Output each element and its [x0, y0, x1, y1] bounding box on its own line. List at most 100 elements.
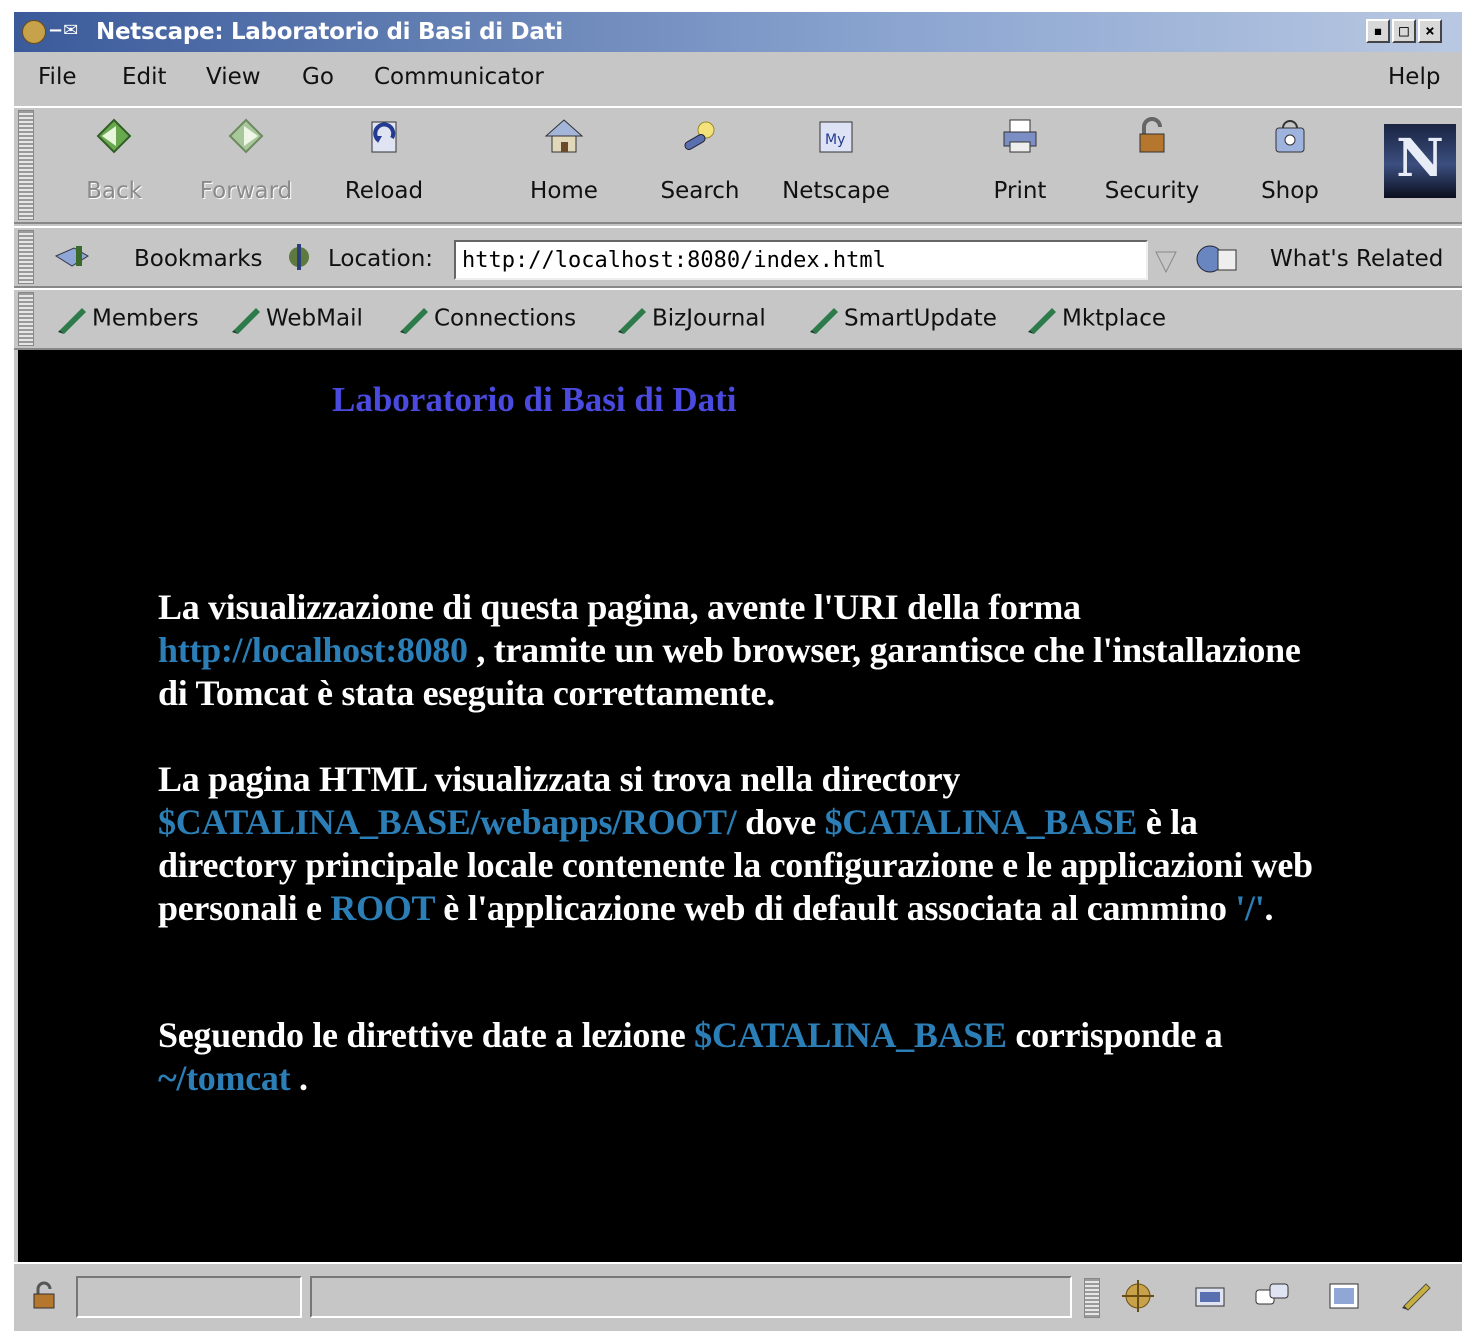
forward-arrow-icon: [226, 116, 266, 156]
reload-button[interactable]: Reload: [324, 116, 444, 204]
personal-item-bizjournal[interactable]: BizJournal: [616, 304, 766, 334]
paragraph-1: La visualizzazione di questa pagina, ave…: [158, 586, 1338, 715]
svg-text:My: My: [825, 132, 845, 148]
reload-icon: [364, 116, 404, 156]
menu-file[interactable]: File: [38, 64, 77, 90]
search-label: Search: [660, 178, 740, 204]
progress-field: [76, 1276, 302, 1318]
navigator-icon[interactable]: [1120, 1278, 1156, 1314]
back-button[interactable]: Back: [54, 116, 174, 204]
composer-icon[interactable]: [1326, 1278, 1362, 1314]
paragraph-text: La pagina HTML visualizzata si trova nel…: [158, 759, 961, 799]
bookmark-pen-icon: [58, 308, 86, 334]
home-button[interactable]: Home: [504, 116, 624, 204]
bookmark-pen-icon: [618, 308, 646, 334]
menu-communicator[interactable]: Communicator: [374, 64, 544, 90]
home-icon: [544, 116, 584, 156]
window-menu-icon[interactable]: [22, 20, 46, 44]
netscape-logo[interactable]: N: [1384, 124, 1456, 198]
personal-item-connections[interactable]: Connections: [398, 304, 576, 334]
maximize-button[interactable]: □: [1392, 19, 1416, 43]
location-toolbar: Bookmarks Location: http://localhost:808…: [14, 226, 1462, 288]
padlock-icon: [1132, 116, 1172, 156]
netscape-button[interactable]: My Netscape: [776, 116, 896, 204]
catalina-base-term: $CATALINA_BASE: [694, 1015, 1007, 1055]
url-dropdown-icon[interactable]: [1152, 246, 1180, 280]
personal-item-label: SmartUpdate: [844, 305, 997, 332]
title-bar[interactable]: −✉ Netscape: Laboratorio di Basi di Dati…: [14, 12, 1462, 52]
paragraph-text: è l'applicazione web di default associat…: [434, 888, 1236, 928]
menu-go[interactable]: Go: [302, 64, 334, 90]
tomcat-path-term: ~/tomcat: [158, 1058, 291, 1098]
home-label: Home: [530, 178, 598, 204]
toolbar-grip[interactable]: [18, 292, 34, 346]
webapps-root-path: $CATALINA_BASE/webapps/ROOT/: [158, 802, 737, 842]
back-arrow-icon: [94, 116, 134, 156]
menu-bar: File Edit View Go Communicator Help: [14, 54, 1462, 104]
forward-button[interactable]: Forward: [186, 116, 306, 204]
navigation-toolbar: Back Forward Reload Home Search My Netsc…: [14, 106, 1462, 224]
personal-item-webmail[interactable]: WebMail: [230, 304, 363, 334]
mail-icon[interactable]: [1192, 1278, 1228, 1314]
personal-item-label: Mktplace: [1062, 305, 1167, 332]
bookmark-pen-icon: [810, 308, 838, 334]
personal-item-label: Connections: [434, 305, 577, 332]
search-button[interactable]: Search: [640, 116, 760, 204]
menu-help[interactable]: Help: [1388, 64, 1440, 90]
url-input[interactable]: http://localhost:8080/index.html: [454, 240, 1148, 280]
bookmark-pen-icon: [400, 308, 428, 334]
bookmark-pen-icon: [1028, 308, 1056, 334]
bookmarks-icon[interactable]: [54, 242, 94, 278]
bookmarks-button[interactable]: Bookmarks: [134, 246, 263, 272]
my-netscape-icon: My: [816, 116, 856, 156]
back-label: Back: [86, 178, 142, 204]
security-button[interactable]: Security: [1092, 116, 1212, 204]
toolbar-grip[interactable]: [18, 230, 34, 284]
whats-related-icon[interactable]: [1194, 242, 1246, 280]
security-status-icon[interactable]: [28, 1280, 60, 1316]
menu-view[interactable]: View: [206, 64, 261, 90]
reload-label: Reload: [344, 178, 424, 204]
personal-toolbar: Members WebMail Connections BizJournal S…: [14, 288, 1462, 350]
paragraph-text: .: [1264, 888, 1274, 928]
whats-related-label[interactable]: What's Related: [1270, 246, 1443, 272]
personal-item-label: BizJournal: [652, 305, 766, 332]
paragraph-text: corrisponde a: [1006, 1015, 1223, 1055]
personal-item-mktplace[interactable]: Mktplace: [1026, 304, 1166, 334]
minimize-button[interactable]: ▪: [1366, 19, 1390, 43]
paragraph-3: Seguendo le direttive date a lezione $CA…: [158, 1014, 1338, 1100]
shop-button[interactable]: Shop: [1230, 116, 1350, 204]
search-icon: [680, 116, 720, 156]
close-button[interactable]: ×: [1418, 19, 1442, 43]
personal-item-label: WebMail: [266, 305, 363, 332]
paragraph-text: Seguendo le direttive date a lezione: [158, 1015, 695, 1055]
shopping-bag-icon: [1270, 116, 1310, 156]
localhost-link[interactable]: http://localhost:8080: [158, 630, 468, 670]
status-message-field: [310, 1276, 1072, 1318]
browser-window: −✉ Netscape: Laboratorio di Basi di Dati…: [12, 12, 1462, 1331]
personal-item-members[interactable]: Members: [56, 304, 199, 334]
location-icon: [284, 242, 314, 276]
print-button[interactable]: Print: [960, 116, 1080, 204]
edit-pen-icon[interactable]: [1398, 1278, 1434, 1314]
print-label: Print: [993, 178, 1047, 204]
paragraph-text: dove: [736, 802, 825, 842]
title-bar-prefix: −✉: [48, 20, 79, 41]
page-heading: Laboratorio di Basi di Dati: [332, 380, 737, 419]
discussion-icon[interactable]: [1254, 1278, 1290, 1314]
root-path-term: '/': [1235, 888, 1265, 928]
print-icon: [1000, 116, 1040, 156]
catalina-base-term: $CATALINA_BASE: [824, 802, 1138, 842]
shop-label: Shop: [1261, 178, 1319, 204]
status-bar: [14, 1262, 1462, 1331]
menu-edit[interactable]: Edit: [122, 64, 167, 90]
toolbar-grip[interactable]: [18, 110, 34, 220]
security-label: Security: [1104, 178, 1200, 204]
component-bar-grip[interactable]: [1084, 1278, 1100, 1318]
bookmark-pen-icon: [232, 308, 260, 334]
netscape-label: Netscape: [782, 178, 890, 204]
personal-item-smartupdate[interactable]: SmartUpdate: [808, 304, 997, 334]
paragraph-text: La visualizzazione di questa pagina, ave…: [158, 587, 1081, 627]
window-title: Netscape: Laboratorio di Basi di Dati: [96, 19, 563, 45]
paragraph-2: La pagina HTML visualizzata si trova nel…: [158, 758, 1338, 930]
